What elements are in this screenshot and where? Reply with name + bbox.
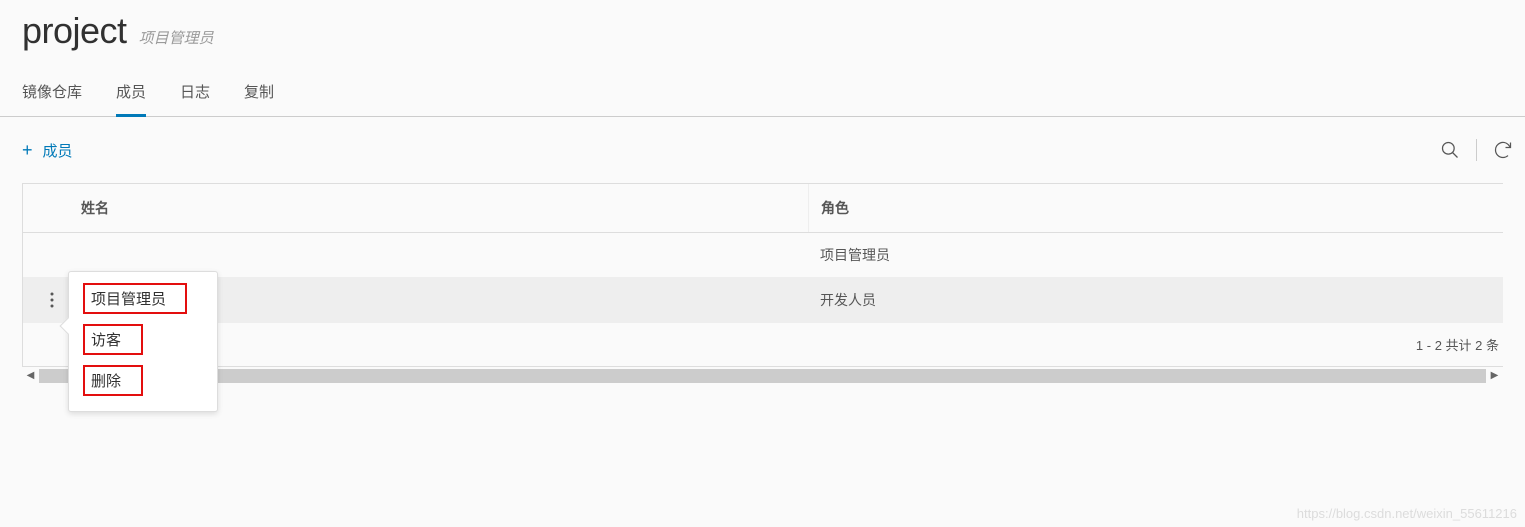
table-row[interactable]: 开发人员 [23, 278, 1503, 323]
column-role[interactable]: 角色 [808, 184, 1503, 232]
menu-item-project-admin[interactable]: 项目管理员 [83, 283, 187, 314]
table-row[interactable]: 项目管理员 [23, 233, 1503, 278]
page-title: project [22, 10, 127, 52]
horizontal-scrollbar[interactable]: ◀ ▶ [22, 367, 1503, 384]
row-role-cell: 开发人员 [808, 278, 1503, 322]
table-footer: 1 - 2 共计 2 条 [23, 323, 1503, 366]
plus-icon: + [22, 141, 33, 159]
scroll-track[interactable] [39, 369, 1486, 383]
page-header: project 项目管理员 [0, 0, 1525, 52]
refresh-icon[interactable] [1493, 140, 1513, 160]
scroll-right-icon[interactable]: ▶ [1486, 367, 1503, 384]
icon-divider [1476, 139, 1477, 161]
menu-item-delete[interactable]: 删除 [83, 365, 143, 396]
watermark: https://blog.csdn.net/weixin_55611216 [1297, 506, 1517, 521]
row-menu-button[interactable] [40, 288, 64, 312]
pagination-summary: 1 - 2 共计 2 条 [1416, 335, 1499, 354]
tab-members[interactable]: 成员 [116, 81, 146, 117]
page-subtitle: 项目管理员 [139, 27, 214, 48]
scroll-left-icon[interactable]: ◀ [22, 367, 39, 384]
tab-repositories[interactable]: 镜像仓库 [22, 81, 82, 117]
tab-bar: 镜像仓库 成员 日志 复制 [0, 52, 1525, 117]
members-table: 姓名 角色 项目管理员 开发人员 1 - 2 共计 2 条 [22, 183, 1503, 367]
action-icons [1440, 139, 1513, 161]
search-icon[interactable] [1440, 140, 1460, 160]
add-member-label: 成员 [43, 140, 73, 161]
row-name-cell [81, 243, 808, 267]
action-bar: + 成员 [0, 117, 1525, 183]
column-name[interactable]: 姓名 [81, 184, 808, 232]
tab-replication[interactable]: 复制 [244, 81, 274, 117]
menu-item-guest[interactable]: 访客 [83, 324, 143, 355]
row-context-menu: 项目管理员 访客 删除 [68, 271, 218, 412]
tab-logs[interactable]: 日志 [180, 81, 210, 117]
row-role-cell: 项目管理员 [808, 233, 1503, 277]
column-actions [23, 184, 81, 232]
table-header: 姓名 角色 [23, 184, 1503, 233]
add-member-button[interactable]: + 成员 [22, 140, 73, 161]
